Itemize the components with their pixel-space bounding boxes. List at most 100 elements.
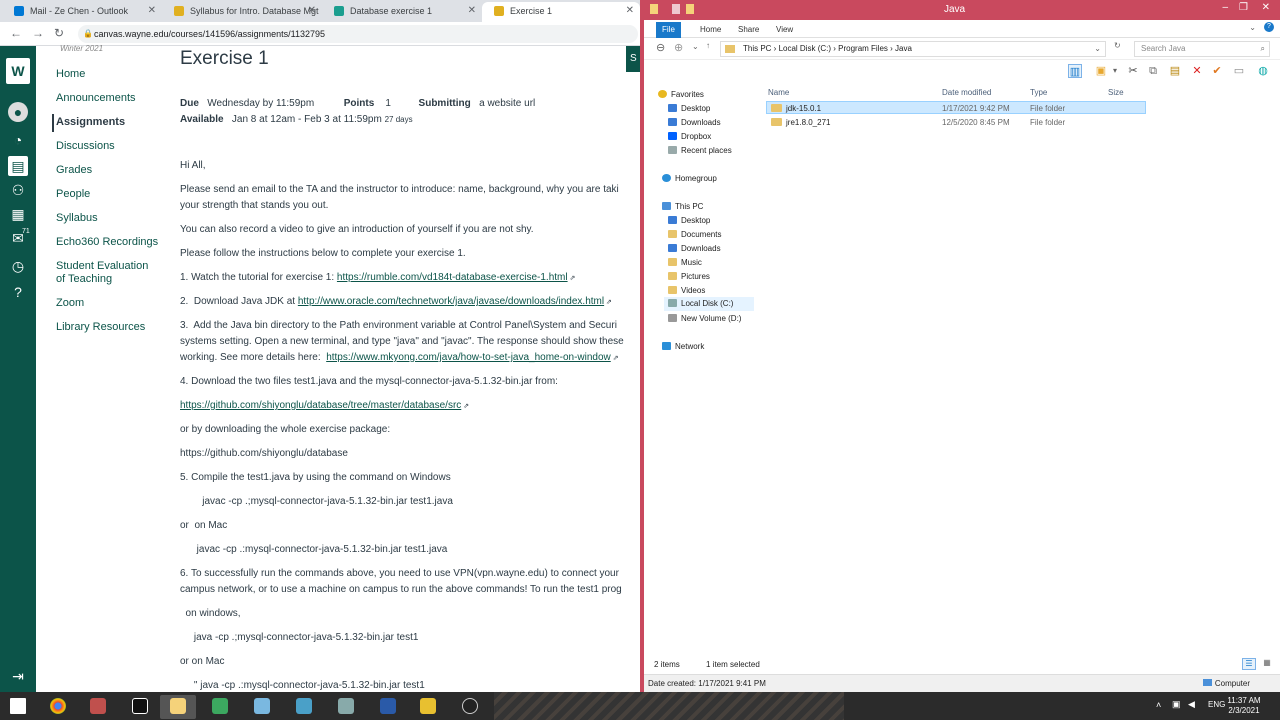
globe-icon[interactable]: ◍ <box>1256 64 1270 78</box>
tab-database-exercise[interactable]: Database exercise 1 ✕ <box>322 2 482 22</box>
rename-icon[interactable]: ▭ <box>1232 64 1246 78</box>
up-icon[interactable]: ↑ <box>706 41 710 50</box>
help-icon[interactable]: ? <box>8 282 28 302</box>
tree-fav-downloads[interactable]: Downloads <box>668 118 721 127</box>
close-icon[interactable]: ✕ <box>468 2 476 20</box>
back-icon[interactable]: ⊖ <box>656 41 665 54</box>
nav-student-evaluation[interactable]: Student Evaluation <box>56 260 148 272</box>
help-icon[interactable]: ? <box>1264 22 1274 32</box>
copy-icon[interactable]: ⧉ <box>1146 64 1160 78</box>
tree-this-pc[interactable]: This PC <box>662 202 703 211</box>
wayne-state-logo[interactable]: W <box>6 58 30 84</box>
taskbar-app-9[interactable] <box>370 695 406 719</box>
tree-pc-new-volume[interactable]: New Volume (D:) <box>668 314 741 323</box>
nav-announcements[interactable]: Announcements <box>56 92 136 104</box>
url-field[interactable]: 🔒 canvas.wayne.edu/courses/141596/assign… <box>78 25 638 43</box>
taskbar-app-10[interactable] <box>410 695 446 719</box>
body-link[interactable]: https://rumble.com/vd184t-database-exerc… <box>337 272 568 283</box>
column-size[interactable]: Size <box>1108 88 1124 97</box>
calendar-icon[interactable]: ▦ <box>8 204 28 224</box>
preview-pane-icon[interactable]: ▥ <box>1068 64 1082 78</box>
taskbar-file-explorer[interactable] <box>160 695 196 719</box>
check-icon[interactable]: ✔ <box>1210 64 1224 78</box>
close-icon[interactable]: ✕ <box>1262 2 1270 13</box>
minimize-icon[interactable]: – <box>1222 2 1228 13</box>
ribbon-tab-view[interactable]: View <box>770 23 799 37</box>
nav-library[interactable]: Library Resources <box>56 321 145 333</box>
forward-icon[interactable]: → <box>32 26 44 40</box>
tree-pc-desktop[interactable]: Desktop <box>668 216 710 225</box>
quick-access-icon[interactable] <box>672 4 680 14</box>
back-icon[interactable]: ← <box>10 26 22 40</box>
breadcrumb[interactable]: This PC › Local Disk (C:) › Program File… <box>720 41 1106 57</box>
nav-zoom[interactable]: Zoom <box>56 297 84 309</box>
chevron-down-icon[interactable]: ⌄ <box>1094 42 1101 56</box>
nav-assignments[interactable]: Assignments <box>56 116 125 128</box>
body-link[interactable]: https://github.com/shiyonglu/database/tr… <box>180 400 461 411</box>
recent-dropdown-icon[interactable]: ⌄ <box>692 42 699 51</box>
dashboard-icon[interactable]: ◔ <box>8 130 28 150</box>
nav-echo360[interactable]: Echo360 Recordings <box>56 236 158 248</box>
tray-chevron-icon[interactable]: ˄ <box>1156 700 1161 710</box>
column-type[interactable]: Type <box>1030 88 1047 97</box>
properties-icon[interactable]: ▣ <box>1094 64 1108 78</box>
column-date-modified[interactable]: Date modified <box>942 88 991 97</box>
new-folder-icon[interactable] <box>686 4 694 14</box>
taskbar-app-8[interactable] <box>328 695 364 719</box>
ribbon-tab-home[interactable]: Home <box>694 23 727 37</box>
tree-homegroup[interactable]: Homegroup <box>662 174 717 183</box>
large-icons-view-icon[interactable]: ▦ <box>1260 658 1274 670</box>
nav-syllabus[interactable]: Syllabus <box>56 212 98 224</box>
details-view-icon[interactable]: ☰ <box>1242 658 1256 670</box>
column-name[interactable]: Name <box>768 88 789 97</box>
maximize-icon[interactable]: ❐ <box>1239 2 1248 13</box>
tree-network[interactable]: Network <box>662 342 704 351</box>
taskbar-app-5[interactable] <box>202 695 238 719</box>
nav-discussions[interactable]: Discussions <box>56 140 115 152</box>
breadcrumb-program-files[interactable]: Program Files <box>838 44 888 53</box>
close-icon[interactable]: ✕ <box>626 2 634 20</box>
submit-button[interactable]: S <box>626 46 640 72</box>
body-link[interactable]: http://www.oracle.com/technetwork/java/j… <box>298 296 604 307</box>
groups-icon[interactable]: ⚇ <box>8 180 28 200</box>
tree-pc-local-disk[interactable]: Local Disk (C:) <box>664 297 754 311</box>
tree-pc-pictures[interactable]: Pictures <box>668 272 710 281</box>
tab-exercise-1[interactable]: Exercise 1 ✕ <box>482 2 640 22</box>
breadcrumb-this-pc[interactable]: This PC <box>743 44 771 53</box>
tree-pc-videos[interactable]: Videos <box>668 286 705 295</box>
tree-pc-documents[interactable]: Documents <box>668 230 721 239</box>
taskbar-app-6[interactable] <box>244 695 280 719</box>
ribbon-expand-icon[interactable]: ⌄ <box>1249 23 1256 32</box>
nav-student-evaluation-2[interactable]: of Teaching <box>56 273 112 285</box>
taskbar-app-11[interactable] <box>452 695 488 719</box>
breadcrumb-java[interactable]: Java <box>895 44 912 53</box>
reload-icon[interactable]: ↻ <box>54 26 64 40</box>
taskbar-app-2[interactable] <box>80 695 116 719</box>
taskbar-app-7[interactable] <box>286 695 322 719</box>
tree-pc-downloads[interactable]: Downloads <box>668 244 721 253</box>
history-icon[interactable]: ◷ <box>8 256 28 276</box>
tab-syllabus[interactable]: Syllabus for Intro. Database Mgt ✕ <box>162 2 322 22</box>
courses-icon[interactable]: ▤ <box>8 156 28 176</box>
chevron-down-icon[interactable]: ▾ <box>1108 64 1122 78</box>
file-row[interactable]: jre1.8.0_271 12/5/2020 8:45 PM File fold… <box>766 116 1146 129</box>
volume-icon[interactable]: ◀ <box>1188 699 1195 710</box>
ribbon-tab-file[interactable]: File <box>656 22 681 38</box>
close-icon[interactable]: ✕ <box>148 2 156 20</box>
forward-icon[interactable]: ⊕ <box>674 41 683 54</box>
account-avatar[interactable]: ● <box>8 102 28 122</box>
close-icon[interactable]: ✕ <box>308 2 316 20</box>
cut-icon[interactable]: ✂ <box>1126 64 1140 78</box>
collapse-nav-icon[interactable]: ⇥ <box>8 666 28 686</box>
nav-people[interactable]: People <box>56 188 90 200</box>
nav-home[interactable]: Home <box>56 68 85 80</box>
tree-fav-recent[interactable]: Recent places <box>668 146 732 155</box>
body-link[interactable]: https://www.mkyong.com/java/how-to-set-j… <box>326 352 611 363</box>
clock[interactable]: 11:37 AM 2/3/2021 <box>1214 696 1274 716</box>
network-icon[interactable]: ▣ <box>1172 699 1181 710</box>
breadcrumb-local-disk[interactable]: Local Disk (C:) <box>779 44 831 53</box>
search-box[interactable]: Search Java ⌕ <box>1134 41 1270 57</box>
delete-icon[interactable]: ✕ <box>1190 64 1204 78</box>
tree-pc-music[interactable]: Music <box>668 258 702 267</box>
taskbar-epic-games[interactable] <box>122 695 158 719</box>
